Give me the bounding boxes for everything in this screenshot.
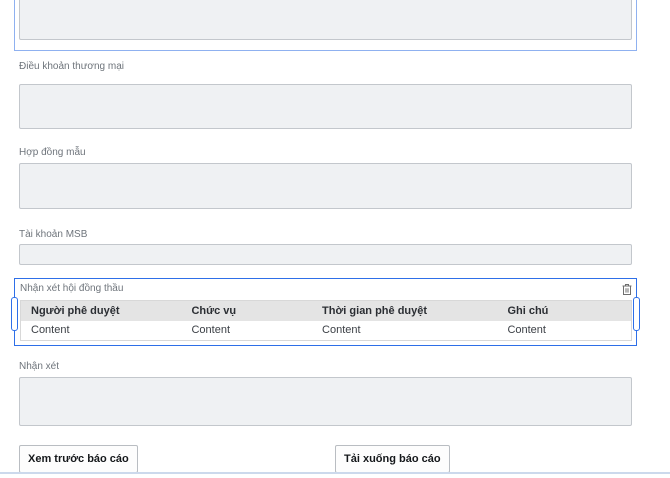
cell-position[interactable]: Content <box>181 321 312 340</box>
contract-template-textarea[interactable] <box>19 163 632 209</box>
download-report-button[interactable]: Tải xuống báo cáo <box>335 445 450 473</box>
msb-account-input[interactable] <box>19 244 632 265</box>
col-header-approver[interactable]: Người phê duyệt <box>21 301 181 321</box>
comment-label: Nhận xét <box>19 361 59 373</box>
resize-handle-left[interactable] <box>11 297 18 331</box>
table-header-row: Người phê duyệt Chức vụ Thời gian phê du… <box>21 301 631 321</box>
resize-handle-right[interactable] <box>633 297 640 331</box>
top-section-widget[interactable] <box>14 0 637 51</box>
committee-comments-label: Nhận xét hội đồng thầu <box>20 283 123 295</box>
committee-table: Người phê duyệt Chức vụ Thời gian phê du… <box>20 300 632 341</box>
comment-textarea[interactable] <box>19 377 632 426</box>
col-header-position[interactable]: Chức vụ <box>181 301 312 321</box>
bottom-divider <box>0 472 670 474</box>
msb-account-label: Tài khoản MSB <box>19 229 87 241</box>
commercial-terms-label: Điều khoản thương mại <box>19 61 124 73</box>
table-row[interactable]: Content Content Content Content <box>21 321 631 340</box>
cell-note[interactable]: Content <box>497 321 631 340</box>
commercial-terms-textarea[interactable] <box>19 84 632 129</box>
col-header-approval-time[interactable]: Thời gian phê duyệt <box>312 301 497 321</box>
report-form-screen: Điều khoản thương mại Hợp đồng mẫu Tài k… <box>0 0 670 478</box>
trash-icon <box>621 283 633 296</box>
cell-approval-time[interactable]: Content <box>312 321 497 340</box>
top-textarea[interactable] <box>19 0 632 40</box>
col-header-note[interactable]: Ghi chú <box>497 301 631 321</box>
contract-template-label: Hợp đồng mẫu <box>19 147 86 159</box>
delete-table-button[interactable] <box>619 281 635 298</box>
preview-report-button[interactable]: Xem trước báo cáo <box>19 445 138 473</box>
cell-approver[interactable]: Content <box>21 321 181 340</box>
